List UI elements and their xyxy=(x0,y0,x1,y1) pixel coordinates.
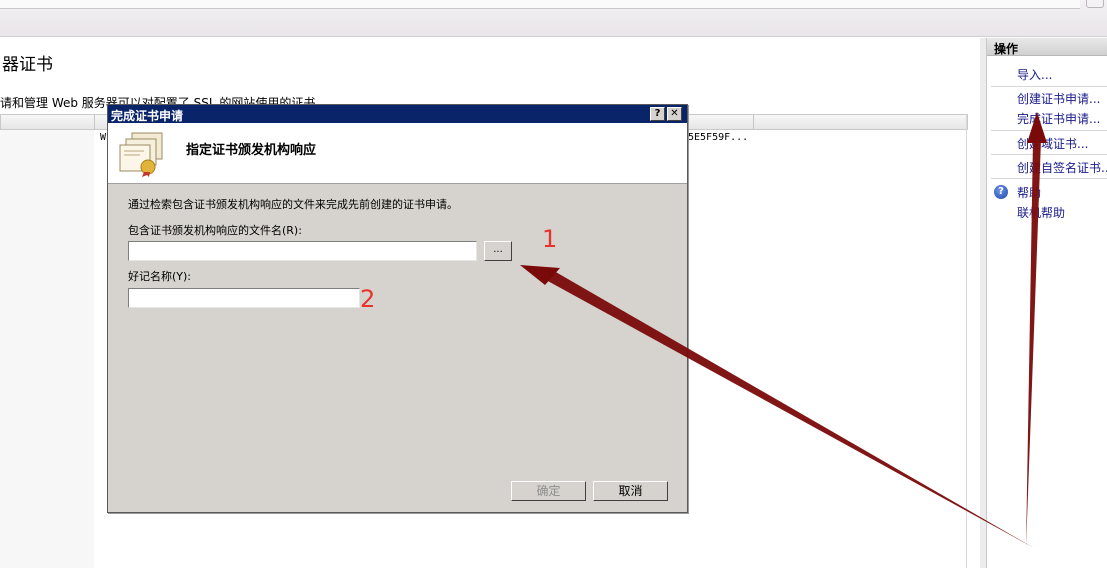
instruction-text: 通过检索包含证书颁发机构响应的文件来完成先前创建的证书申请。 xyxy=(128,198,458,211)
action-help[interactable]: 帮助 xyxy=(1017,184,1041,201)
page-title: 器证书 xyxy=(2,55,53,75)
ok-button[interactable]: 确定 xyxy=(511,481,586,501)
divider xyxy=(991,130,1107,131)
divider xyxy=(991,178,1107,179)
cancel-button[interactable]: 取消 xyxy=(593,481,668,501)
help-icon: ? xyxy=(994,185,1008,199)
divider xyxy=(991,154,1107,155)
annotation-marker-2: 2 xyxy=(360,285,376,313)
dialog-title: 完成证书申请 xyxy=(111,109,184,123)
window-top-bar xyxy=(0,0,1107,37)
divider xyxy=(991,86,1107,87)
actions-header: 操作 xyxy=(987,38,1107,56)
action-create-self-signed[interactable]: 创建自签名证书... xyxy=(1017,159,1107,176)
certificate-icon xyxy=(118,131,168,180)
file-name-input[interactable] xyxy=(128,241,477,261)
dialog-title-bar[interactable]: 完成证书申请 xyxy=(108,105,687,123)
actions-pane: 操作 导入... 创建证书申请... 完成证书申请... 创建域证书... 创建… xyxy=(986,38,1107,568)
browse-button[interactable]: ... xyxy=(484,241,512,261)
action-create-request[interactable]: 创建证书申请... xyxy=(1017,90,1100,107)
column-separator[interactable] xyxy=(94,115,95,131)
list-item-name[interactable]: W xyxy=(100,132,106,143)
action-online-help[interactable]: 联机帮助 xyxy=(1017,204,1065,221)
friendly-name-input[interactable] xyxy=(128,288,360,308)
address-bar[interactable] xyxy=(0,0,1080,9)
list-item-hash[interactable]: 5E5F59F... xyxy=(688,132,748,143)
dialog-banner-title: 指定证书颁发机构响应 xyxy=(186,143,317,158)
action-complete-request[interactable]: 完成证书申请... xyxy=(1017,110,1100,127)
file-name-label: 包含证书颁发机构响应的文件名(R): xyxy=(128,224,302,237)
dialog-banner: 指定证书颁发机构响应 xyxy=(108,123,687,184)
friendly-name-label: 好记名称(Y): xyxy=(128,270,192,283)
action-create-domain-cert[interactable]: 创建域证书... xyxy=(1017,135,1088,152)
complete-certificate-request-dialog: 完成证书申请 ? ✕ 指定证书颁发机构响应 通过检索包含证书颁发机构响应的文件来… xyxy=(107,104,688,513)
action-import[interactable]: 导入... xyxy=(1017,66,1052,83)
column-separator[interactable] xyxy=(753,115,754,131)
annotation-marker-1: 1 xyxy=(542,225,558,253)
dialog-help-button[interactable]: ? xyxy=(650,107,665,121)
toolbar-button[interactable] xyxy=(1086,0,1104,8)
list-border xyxy=(966,114,967,568)
dialog-close-button[interactable]: ✕ xyxy=(667,107,682,121)
list-left-margin xyxy=(0,130,94,568)
